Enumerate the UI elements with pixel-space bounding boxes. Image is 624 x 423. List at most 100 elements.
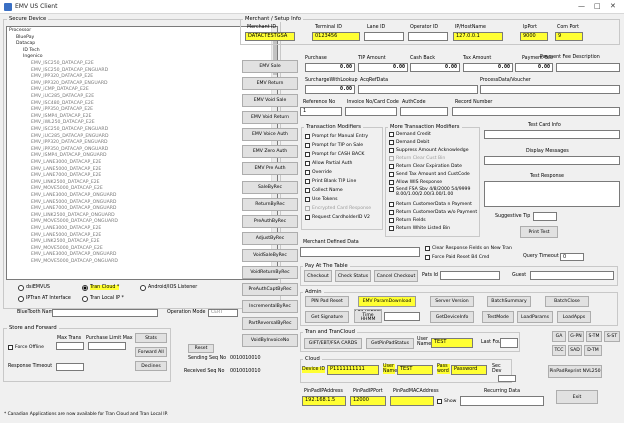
allow-partial-auth-checkbox[interactable]: Allow Partial Auth — [305, 160, 352, 166]
print-test-button[interactable]: Print Test — [520, 226, 558, 238]
prompt-tip-checkbox[interactable]: Prompt for TIP on Sale — [305, 142, 363, 148]
checkout-button[interactable]: Checkout — [304, 270, 332, 282]
purchase-limit-field[interactable] — [88, 342, 126, 350]
tree-leaf[interactable]: EMV_iUC285_DATACAP_E2E — [31, 94, 94, 99]
tree-leaf[interactable]: EMV_LANE3000_DATACAP_E2E — [31, 160, 101, 165]
get-signature-button[interactable]: Get Signature — [305, 311, 349, 323]
tree-leaf[interactable]: EMV_ISMP4_DATACAP_E2E — [31, 114, 91, 119]
return-white-listed-bin-checkbox[interactable]: Return White Listed Bin — [389, 225, 450, 231]
tree-leaf[interactable]: EMV_LANE3000_DATACAP_E2E — [31, 226, 101, 231]
pin-pad-reset-button[interactable]: PIN Pad Reset — [305, 296, 349, 307]
tree-leaf[interactable]: EMV_LANE7000_DATACAP_ONGUARD — [31, 206, 116, 211]
guest-field[interactable] — [530, 271, 614, 280]
demand-credit-checkbox[interactable]: Demand Credit — [389, 131, 431, 137]
return-fields-checkbox[interactable]: Return Fields — [389, 217, 426, 223]
terminal-id-field[interactable]: 0123456 — [312, 32, 360, 41]
batch-close-button[interactable]: BatchClose — [545, 296, 589, 307]
tree-leaf[interactable]: EMV_ISC250_DATACAP_ENGUARD — [31, 68, 108, 73]
print-blank-tip-checkbox[interactable]: Print Blank TIP Line — [305, 178, 356, 184]
batch-summary-button[interactable]: BatchSummary — [487, 296, 531, 307]
ga-button[interactable]: GA — [552, 331, 566, 342]
tree-leaf[interactable]: EMV_LANE5000_DATACAP_E2E — [31, 233, 101, 238]
tip-field[interactable]: 0.00 — [358, 63, 408, 72]
radio-iptran[interactable]: IPTran AT Interface — [18, 295, 71, 302]
minimize-icon[interactable]: — — [578, 2, 585, 10]
tree-leaf[interactable]: EMV_iUC285_DATACAP_ENGUARD — [31, 134, 109, 139]
load-params-button[interactable]: LoadParams — [517, 311, 553, 323]
tree-leaf[interactable]: EMV_LINK2500_DATACAP_ONGUARD — [31, 213, 115, 218]
pinpad-mac-field[interactable] — [390, 396, 434, 406]
tax-field[interactable]: 0.00 — [463, 63, 513, 72]
d-tm-button[interactable]: D-TM — [584, 345, 602, 356]
ip-field[interactable]: 127.0.0.1 — [453, 32, 503, 41]
emv-void-return-button[interactable]: EMV Void Return — [242, 111, 298, 124]
emv-zero-auth-button[interactable]: EMV Zero Auth — [242, 145, 298, 158]
operation-mode-select[interactable]: CERT — [208, 309, 238, 317]
return-customer-data-checkbox[interactable]: Return CustomerData n Payment — [389, 201, 472, 207]
gift-ebt-fsa-button[interactable]: GIFT/EBT/FSA CARDS — [304, 338, 362, 349]
suppress-amount-ack-checkbox[interactable]: Suppress Amount Acknowledge — [389, 147, 469, 153]
ip-port-field[interactable]: 9000 — [520, 32, 548, 41]
tree-leaf[interactable]: EMV_LINK2500_DATACAP_E2E — [31, 180, 100, 185]
auth-code-field[interactable] — [400, 107, 448, 116]
sec-dev-field[interactable] — [498, 375, 516, 382]
tree-leaf[interactable]: EMV_MOVE5000_DATACAP_E2E — [31, 246, 103, 251]
return-by-rec-button[interactable]: ReturnByRec — [242, 198, 298, 211]
pinpad-port-field[interactable]: 12000 — [350, 396, 386, 406]
tree-leaf[interactable]: EMV_IPP320_DATACAP_ENGUARD — [31, 140, 108, 145]
stats-button[interactable]: Stats — [135, 333, 167, 343]
tree-leaf[interactable]: EMV_MOVE5000_DATACAP_E2E — [31, 186, 103, 191]
purchase-field[interactable]: 0.00 — [305, 63, 355, 72]
get-device-info-button[interactable]: GetDeviceInfo — [430, 311, 474, 323]
declines-button[interactable]: Declines — [135, 361, 167, 371]
preauth-by-rec-button[interactable]: PreAuthByRec — [242, 215, 298, 228]
process-data-field[interactable] — [480, 85, 620, 94]
tree-leaf[interactable]: EMV_ISMP4_DATACAP_ONGUARD — [31, 153, 107, 158]
emv-sale-button[interactable]: EMV Sale — [242, 60, 298, 73]
clear-response-fields-checkbox[interactable]: Clear Response Fields on New Tran — [425, 245, 512, 251]
tree-leaf[interactable]: EMV_MOVE5000_DATACAP_ONGUARD — [31, 259, 118, 264]
tree-leaf[interactable]: EMV_LANE3000_DATACAP_ONGUARD — [31, 252, 116, 257]
radio-tran-cloud[interactable]: Tran Cloud * — [82, 284, 120, 291]
tree-leaf[interactable]: EMV_iCMP_DATACAP_E2E — [31, 87, 89, 92]
tree-leaf[interactable]: EMV_MOVE5000_DATACAP_ONGUARD — [31, 219, 118, 224]
g-pn-button[interactable]: G-PN — [568, 331, 584, 342]
radio-dsiemvus[interactable]: dsiEMVUS — [18, 284, 50, 291]
tree-leaf[interactable]: EMV_ISC480_DATACAP_E2E — [31, 101, 94, 106]
collect-name-checkbox[interactable]: Collect Name — [305, 187, 343, 193]
return-customer-data-wo-checkbox[interactable]: Return CustomerData w/o Payment — [389, 209, 477, 215]
pad-reboot-button[interactable]: Pad Reboot Time HHMM — [354, 309, 382, 323]
response-timeout-field[interactable] — [56, 363, 84, 371]
com-port-field[interactable]: 9 — [555, 32, 583, 41]
invoice-field[interactable] — [345, 107, 397, 116]
record-no-field[interactable] — [452, 107, 620, 116]
tran-user-name-field[interactable]: TEST — [431, 338, 473, 348]
merchant-id-field[interactable]: DATACTESTGSA — [245, 32, 295, 41]
tree-leaf[interactable]: EMV_LANE3000_DATACAP_ONGUARD — [31, 193, 116, 198]
part-reversal-by-rec-button[interactable]: PartReversalByRec — [242, 317, 298, 330]
server-version-button[interactable]: Server Version — [430, 296, 474, 307]
pad-reboot-field[interactable] — [384, 312, 420, 321]
use-tokens-checkbox[interactable]: Use Tokens — [305, 196, 338, 202]
pats-id-field[interactable] — [440, 271, 500, 280]
get-pin-pad-status-button[interactable]: GetPinPadStatus — [366, 338, 414, 349]
lane-id-field[interactable] — [364, 32, 404, 41]
prompt-manual-entry-checkbox[interactable]: Prompt for Manual Entry — [305, 133, 368, 139]
query-timeout-field[interactable]: 0 — [560, 253, 584, 261]
forward-all-button[interactable]: Forward All — [135, 347, 167, 357]
emv-return-button[interactable]: EMV Return — [242, 77, 298, 90]
ref-no-field[interactable]: 1 — [300, 107, 342, 116]
close-icon[interactable]: ✕ — [610, 2, 616, 10]
return-clear-cust-bin-checkbox[interactable]: Return Clear Cust Bin — [389, 155, 445, 161]
tree-leaf[interactable]: EMV_iWL250_DATACAP_E2E — [31, 120, 95, 125]
tree-node[interactable]: ID Tech — [23, 48, 40, 53]
sad-button[interactable]: SAD — [568, 345, 582, 356]
max-trans-field[interactable] — [56, 342, 84, 350]
tree-leaf[interactable]: EMV_LINK2500_DATACAP_E2E — [31, 239, 100, 244]
show-checkbox[interactable]: Show — [437, 398, 456, 404]
encrypted-card-response-checkbox[interactable]: Encrypted Card Response — [305, 205, 371, 211]
merchant-defined-field[interactable] — [300, 247, 420, 257]
test-response-field[interactable] — [484, 181, 620, 207]
pinpad-reprint-button[interactable]: PinPadReprint NVL250 — [548, 365, 602, 378]
return-clear-expiration-checkbox[interactable]: Return Clear Expiration Date — [389, 163, 462, 169]
